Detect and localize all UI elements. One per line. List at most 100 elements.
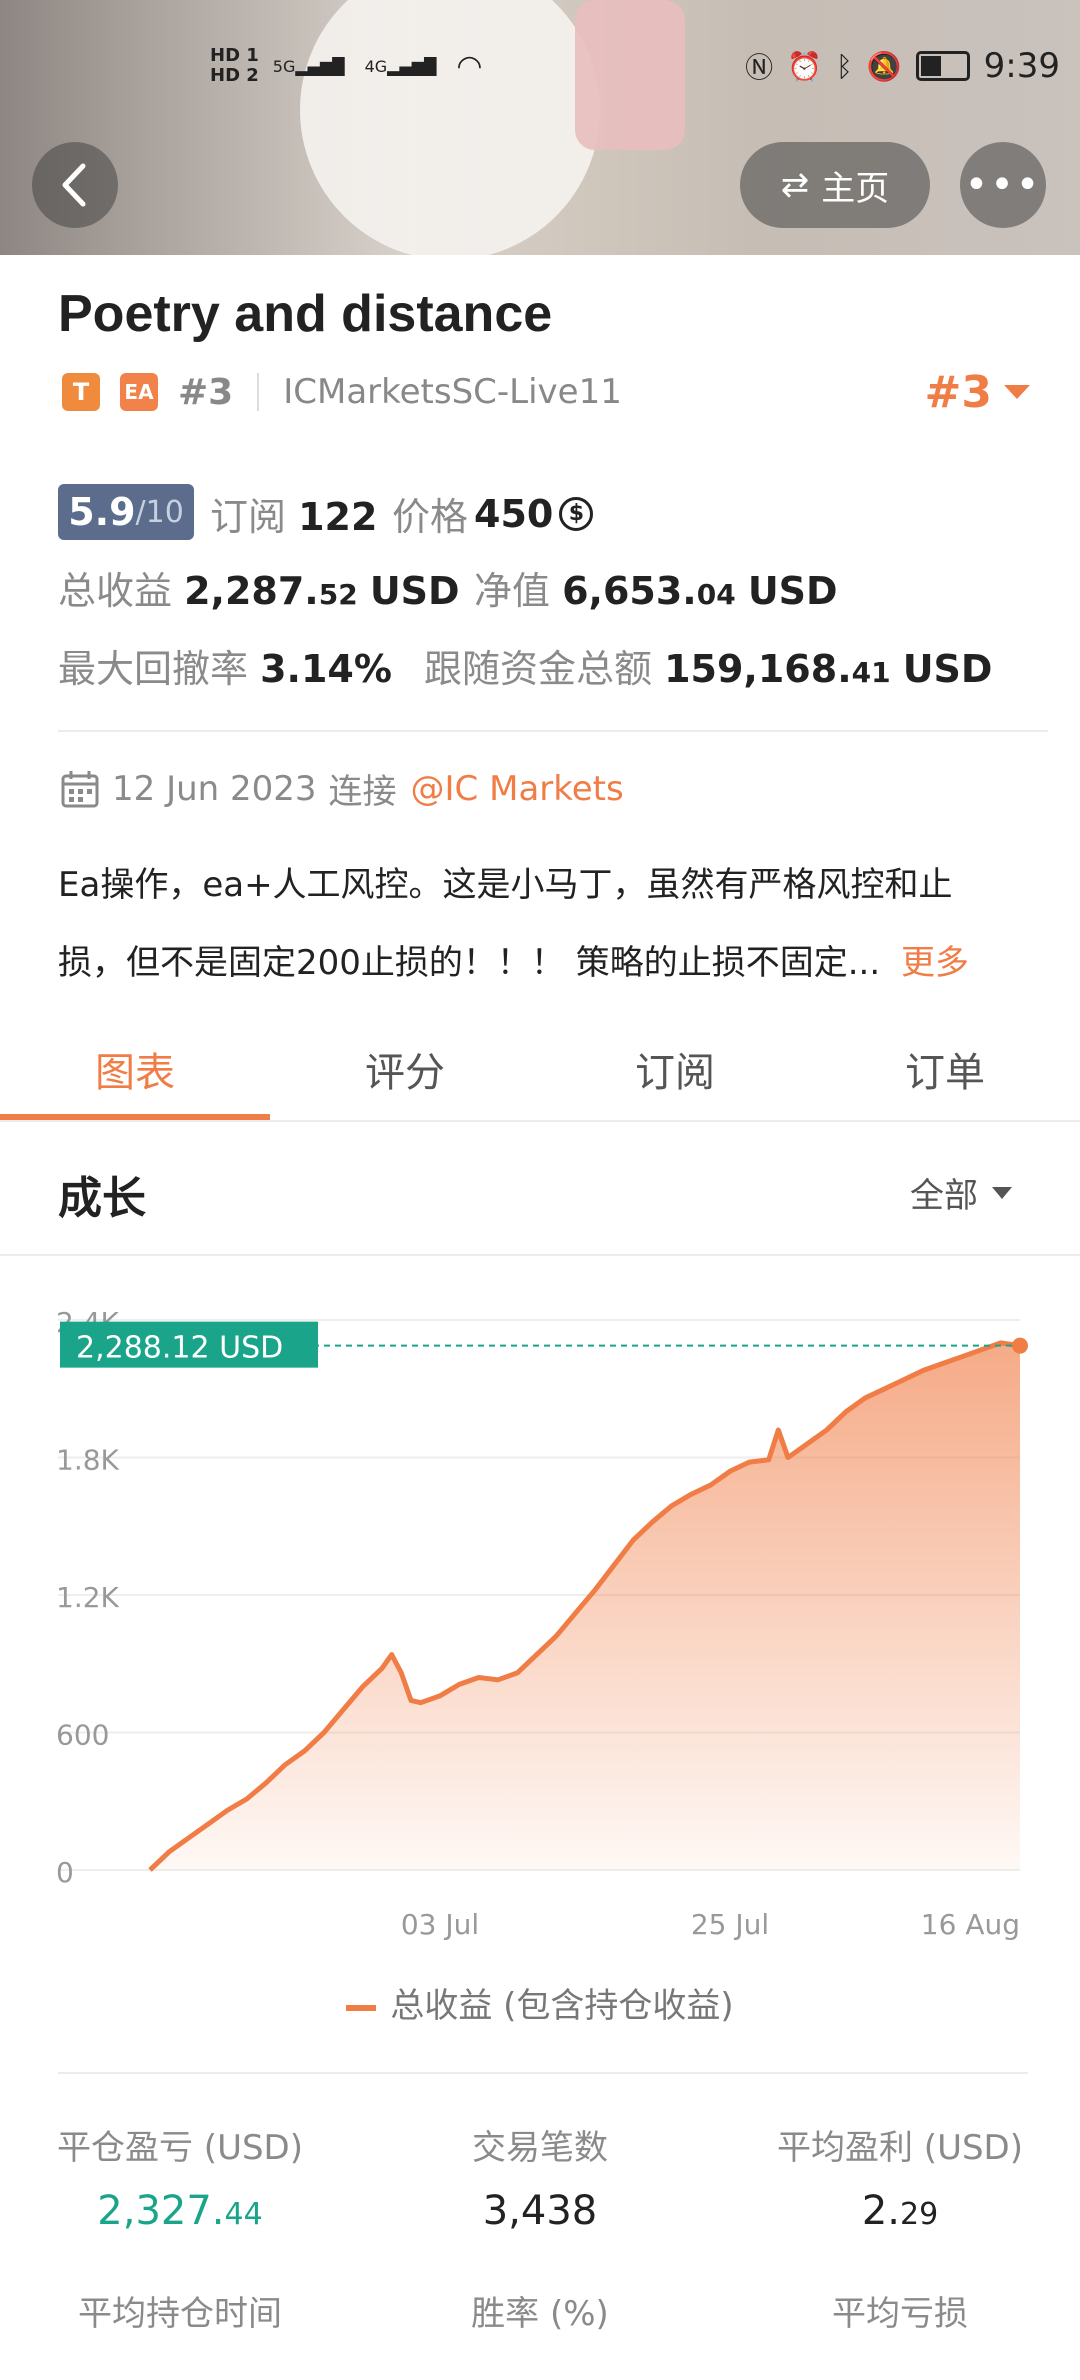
stat-avg-profit-value: 2.29 [740, 2188, 1060, 2234]
back-button[interactable] [32, 142, 118, 228]
sim-indicators: HD 1 HD 2 [210, 45, 259, 86]
price-value: 450 [474, 491, 554, 536]
connect-date: 12 Jun 2023 [112, 768, 317, 809]
description-line-1: Ea操作，ea+人工风控。这是小马丁，虽然有严格风控和止 [58, 865, 953, 905]
divider-tabs [0, 1120, 1080, 1122]
bluetooth-icon: ᛒ [835, 49, 853, 83]
description-line-2: 损，但不是固定200止损的！！！ 策略的止损不固定... 更多 [58, 924, 1048, 1002]
section-title: 成长 [58, 1173, 146, 1224]
caret-down-icon [1004, 385, 1030, 399]
follow-int: 159,168. [664, 647, 852, 691]
wifi-icon: ◠ [456, 48, 483, 84]
equity-int: 6,653. [562, 569, 697, 613]
follow-funds-row: 跟随资金总额 159,168.41 USD [424, 638, 992, 693]
stat-closed-pnl-dec: 44 [224, 2197, 263, 2232]
divider-stats [58, 2072, 1028, 2074]
equity-dec: 04 [696, 578, 736, 611]
subscribe-label: 订阅 [210, 495, 287, 539]
alarm-icon: ⏰ [787, 49, 822, 83]
rating-value: 5.9 [68, 490, 136, 534]
badge-ea: EA [120, 373, 158, 411]
stat-avg-profit-dec: 29 [899, 2197, 939, 2232]
signal-4g-icon: 4G▂▄▆█ [364, 56, 437, 76]
connection-row: 12 Jun 2023 连接 @IC Markets [60, 764, 624, 813]
growth-area [150, 1342, 1020, 1870]
drawdown-value: 3.14% [260, 647, 392, 691]
stat-closed-pnl-label: 平仓盈亏 (USD) [57, 2128, 303, 2168]
y-tick-label: 0 [56, 1856, 74, 1889]
total-profit-dec: 52 [318, 578, 358, 611]
stat-closed-pnl-value: 2,327.44 [20, 2188, 340, 2234]
total-profit-row: 总收益 2,287.52 USD [58, 560, 460, 615]
mute-icon: 🔕 [866, 49, 902, 83]
badge-t: T [62, 373, 100, 411]
price-label: 价格 [392, 495, 469, 539]
tab-chart[interactable]: 图表 [0, 1040, 270, 1098]
more-button[interactable]: ••• [960, 142, 1046, 228]
range-filter[interactable]: 全部 [910, 1168, 1014, 1217]
growth-chart: 06001.2K1.8K2.4K 03 Jul25 Jul16 Aug 2,28… [56, 1306, 1028, 1941]
home-label: 主页 [821, 168, 890, 209]
tab-subscribe[interactable]: 订阅 [540, 1040, 810, 1098]
stat-trades-value: 3,438 [482, 2188, 598, 2234]
strategy-description: Ea操作，ea+人工风控。这是小马丁，虽然有严格风控和止 损，但不是固定200止… [58, 846, 1048, 1002]
stat-trades-label: 交易笔数 [472, 2128, 608, 2168]
equity-label: 净值 [474, 569, 551, 613]
tab-subscribe-label: 订阅 [635, 1050, 715, 1096]
swap-icon: ⇄ [780, 165, 810, 205]
signal-5g-icon: 5G▂▄▆█ [272, 56, 345, 76]
more-link[interactable]: 更多 [901, 943, 969, 983]
calendar-icon [61, 770, 99, 807]
tab-chart-label: 图表 [95, 1050, 175, 1096]
nfc-icon: Ⓝ [745, 51, 774, 84]
y-tick-label: 600 [56, 1719, 109, 1752]
divider-metrics [58, 730, 1048, 732]
divider-section [0, 1254, 1080, 1256]
tab-rating[interactable]: 评分 [270, 1040, 540, 1098]
y-tick-label: 1.2K [56, 1581, 120, 1614]
legend-label: 总收益 (包含持仓收益) [390, 1986, 734, 2026]
total-profit-unit: USD [369, 569, 460, 613]
rank-dropdown[interactable]: #3 [925, 367, 1032, 418]
legend-swatch [346, 2004, 377, 2011]
follow-label: 跟随资金总额 [424, 647, 653, 691]
total-profit-int: 2,287. [184, 569, 319, 613]
more-dots-icon: ••• [964, 162, 1042, 208]
status-time: 9:39 [983, 46, 1060, 86]
home-switch-button[interactable]: ⇄ 主页 [740, 142, 930, 228]
stat-closed-pnl-int: 2,327. [97, 2188, 225, 2234]
caret-down-icon [992, 1186, 1012, 1199]
description-line-2-text: 损，但不是固定200止损的！！！ 策略的止损不固定... [58, 943, 881, 983]
rank-right: #3 [924, 366, 992, 418]
subscribe-count: 122 [298, 495, 378, 539]
signal-name: Poetry and distance [58, 285, 553, 343]
stat-winrate-label: 胜率 (%) [471, 2294, 609, 2334]
battery-icon [915, 51, 970, 81]
stat-avg-profit-label: 平均盈利 (USD) [777, 2128, 1023, 2168]
drawdown-label: 最大回撤率 [58, 647, 249, 691]
rating-max: /10 [135, 494, 184, 530]
tab-orders-label: 订单 [905, 1050, 985, 1096]
total-profit-label: 总收益 [58, 569, 173, 613]
follow-unit: USD [902, 647, 993, 691]
drawdown-row: 最大回撤率 3.14% [58, 638, 392, 693]
stat-avg-profit-int: 2. [861, 2188, 900, 2234]
profile-meta-row: T EA #3 ICMarketsSC-Live11 #3 [62, 367, 1032, 418]
chevron-left-icon [62, 163, 86, 207]
meta-divider [257, 373, 260, 411]
rating-badge: 5.9 /10 [58, 484, 194, 540]
connect-label: 连接 [328, 772, 397, 812]
range-filter-label: 全部 [910, 1176, 978, 1216]
tab-rating-label: 评分 [365, 1050, 445, 1096]
broker-link[interactable]: @IC Markets [411, 769, 624, 809]
current-value-point [1012, 1337, 1028, 1354]
equity-row: 净值 6,653.04 USD [474, 560, 838, 615]
equity-unit: USD [747, 569, 838, 613]
stats-grid: 平仓盈亏 (USD) 2,327.44 交易笔数 3,438 平均盈利 (USD… [0, 2120, 1080, 2380]
status-bar: HD 1 HD 2 5G▂▄▆█ 4G▂▄▆█ ◠ Ⓝ ⏰ ᛒ 🔕 9:39 [210, 36, 1060, 96]
tab-orders[interactable]: 订单 [810, 1040, 1080, 1098]
chart-legend: 总收益 (包含持仓收益) [0, 1978, 1080, 2027]
x-tick-label: 16 Aug [921, 1908, 1020, 1941]
current-value-text: 2,288.12 USD [76, 1331, 283, 1366]
follow-dec: 41 [851, 656, 891, 689]
